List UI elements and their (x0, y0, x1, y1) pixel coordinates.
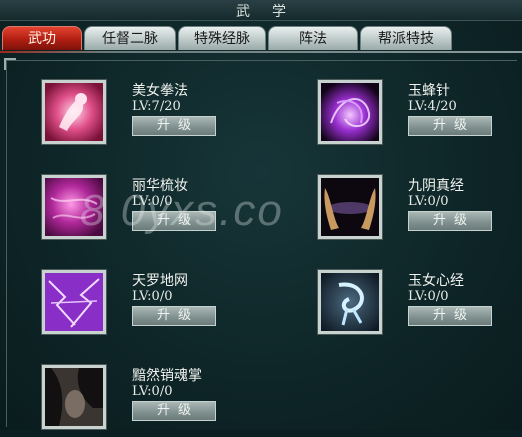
skill-name: 玉女心经 (408, 273, 464, 289)
skill-slot: 玉蜂针 LV:4/20 升级 (317, 79, 518, 152)
watermark: 8 0yxs.co (80, 186, 284, 235)
tab-martial-skills[interactable]: 武功 (2, 26, 82, 50)
skill-name: 美女拳法 (132, 83, 188, 99)
tab-meridians[interactable]: 任督二脉 (84, 26, 176, 50)
upgrade-button[interactable]: 升级 (408, 116, 492, 136)
skill-level: LV:7/20 (132, 99, 181, 114)
tab-underline (0, 51, 522, 53)
skill-level: LV:0/0 (132, 384, 173, 399)
skill-name: 天罗地网 (132, 273, 188, 289)
panel-corner-ornament (4, 58, 16, 70)
blue-symbol-icon[interactable] (317, 269, 383, 335)
title-bar[interactable]: 武学 (0, 0, 522, 21)
skill-level: LV:4/20 (408, 99, 457, 114)
purple-swirl-icon[interactable] (317, 79, 383, 145)
upgrade-button[interactable]: 升级 (408, 211, 492, 231)
skill-slot: 美女拳法 LV:7/20 升级 (41, 79, 242, 152)
window-title: 武学 (236, 4, 308, 20)
skill-level: LV:0/0 (408, 289, 449, 304)
upgrade-button[interactable]: 升级 (132, 306, 216, 326)
martial-arts-window: 武学 武功 任督二脉 特殊经脉 阵法 帮派特技 美女拳法 LV:7/20 升级 … (0, 0, 522, 430)
lightning-net-icon[interactable] (41, 269, 107, 335)
shadow-face-icon[interactable] (41, 364, 107, 430)
skill-slot: 玉女心经 LV:0/0 升级 (317, 269, 518, 342)
pink-fist-icon[interactable] (41, 79, 107, 145)
upgrade-button[interactable]: 升级 (132, 116, 216, 136)
dark-hands-icon[interactable] (317, 174, 383, 240)
skill-name: 玉蜂针 (408, 83, 450, 99)
tab-formations[interactable]: 阵法 (268, 26, 358, 50)
tab-guild-skills[interactable]: 帮派特技 (360, 26, 452, 50)
skill-level: LV:0/0 (408, 194, 449, 209)
tab-bar: 武功 任督二脉 特殊经脉 阵法 帮派特技 (2, 26, 454, 52)
upgrade-button[interactable]: 升级 (132, 401, 216, 421)
tab-special-meridians[interactable]: 特殊经脉 (178, 26, 266, 50)
skill-slot: 黯然销魂掌 LV:0/0 升级 (41, 364, 242, 437)
skill-slot: 天罗地网 LV:0/0 升级 (41, 269, 242, 342)
skill-slot: 九阴真经 LV:0/0 升级 (317, 174, 518, 247)
skill-level: LV:0/0 (132, 289, 173, 304)
upgrade-button[interactable]: 升级 (408, 306, 492, 326)
skill-name: 黯然销魂掌 (132, 368, 202, 384)
skill-name: 九阴真经 (408, 178, 464, 194)
